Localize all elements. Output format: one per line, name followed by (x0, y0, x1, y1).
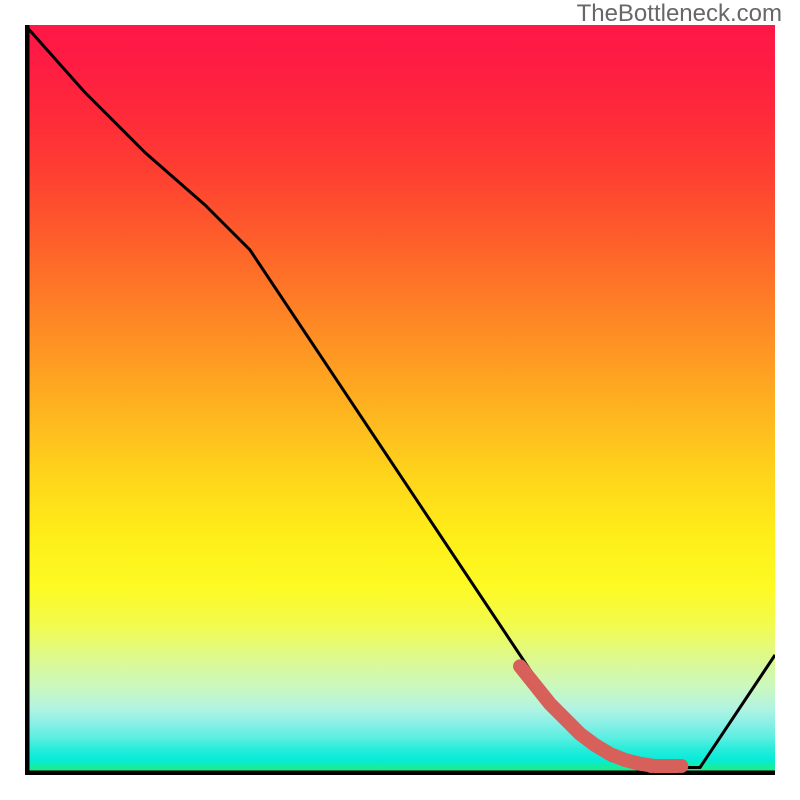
axes (27, 25, 775, 773)
marker-dot (659, 759, 673, 773)
chart-container: { "watermark": "TheBottleneck.com", "cha… (0, 0, 800, 800)
marker-dots (520, 666, 688, 773)
marker-segment (520, 666, 678, 766)
chart-svg (25, 25, 775, 775)
marker-dot (674, 759, 688, 773)
plot-area (25, 25, 775, 775)
curve (25, 25, 775, 768)
watermark-text: TheBottleneck.com (577, 0, 782, 28)
marker-dot (644, 759, 658, 773)
